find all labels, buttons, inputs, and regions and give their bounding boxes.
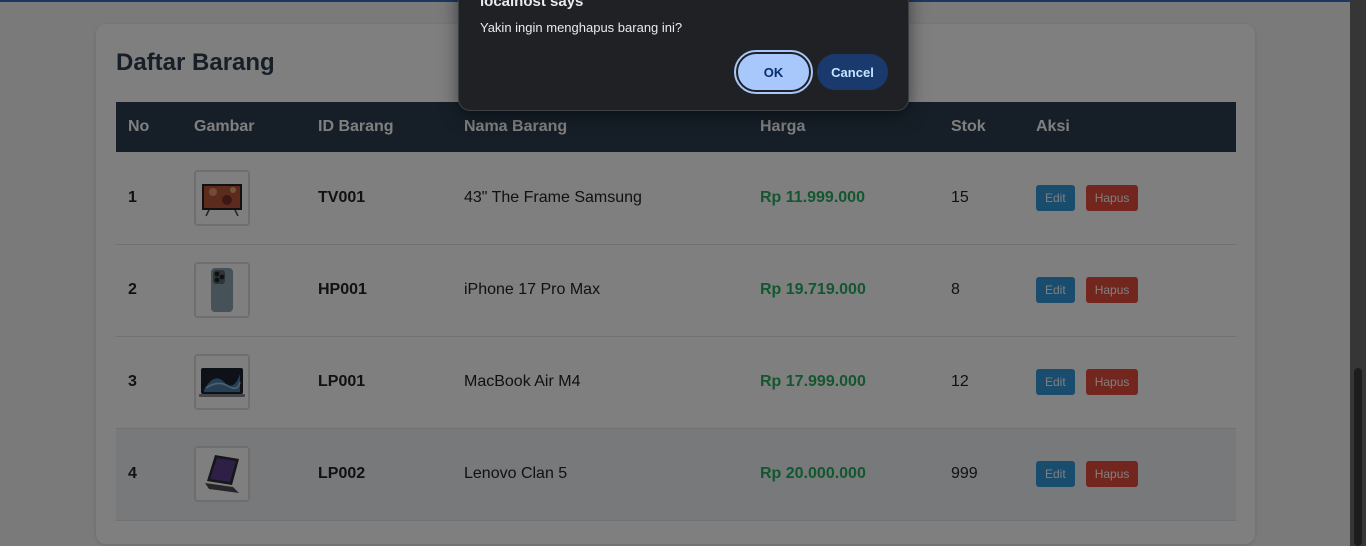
dialog-title: localhost says xyxy=(480,0,584,10)
cancel-button[interactable]: Cancel xyxy=(817,54,888,90)
ok-button[interactable]: OK xyxy=(734,50,813,94)
dialog-message: Yakin ingin menghapus barang ini? xyxy=(480,20,683,35)
confirm-dialog: localhost says Yakin ingin menghapus bar… xyxy=(458,0,909,111)
